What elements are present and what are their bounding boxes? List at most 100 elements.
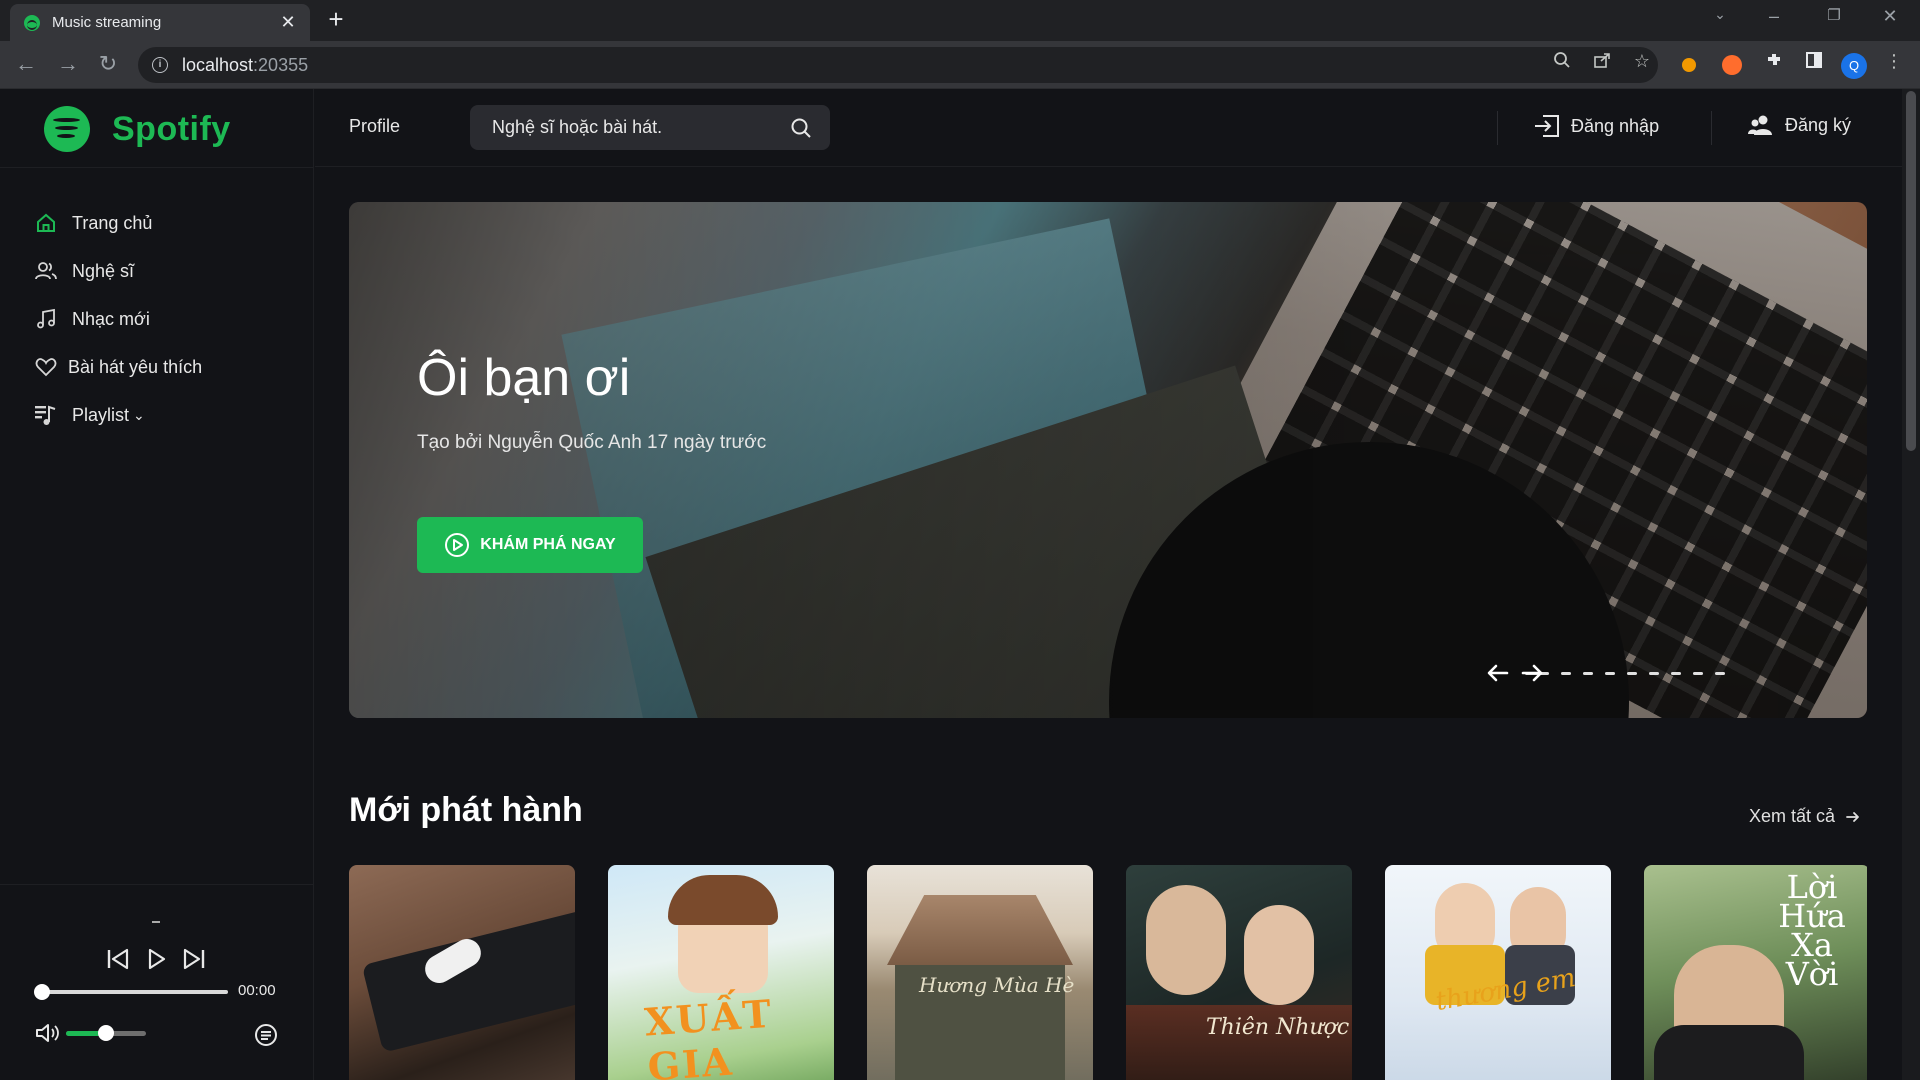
carousel-dot[interactable] (1627, 672, 1637, 675)
volume-icon[interactable] (34, 1021, 60, 1045)
forward-arrow-icon[interactable]: → (54, 51, 82, 79)
carousel-dot[interactable] (1561, 672, 1571, 675)
previous-track-icon[interactable] (104, 945, 132, 973)
app-root: Spotify Trang chủ Nghệ sĩ Nhạc mới Bài h… (0, 89, 1902, 1080)
carousel-dot[interactable] (1715, 672, 1725, 675)
page-scrollbar[interactable] (1902, 89, 1920, 1080)
extensions-puzzle-icon[interactable] (1760, 51, 1788, 74)
music-player: 00:00 (0, 884, 314, 1080)
sidebar-item-label: Nhạc mới (72, 308, 150, 329)
carousel-prev-arrow-icon[interactable] (1485, 660, 1511, 686)
album-card[interactable]: Hương Mùa Hè (867, 865, 1093, 1080)
browser-tab-strip: Music streaming ✕ + ⌄ – ❐ ✕ (0, 0, 1920, 41)
sidebar-item-label: Trang chủ (72, 212, 153, 233)
extension-fox-icon[interactable] (1722, 55, 1742, 75)
album-art-title: Hương Mùa Hè (919, 973, 1075, 997)
sidebar-item-new-music[interactable]: Nhạc mới (34, 295, 202, 343)
browser-toolbar: ← → ↻ i localhost:20355 ☆ Q ⋮ (0, 41, 1920, 89)
close-tab-icon[interactable]: ✕ (278, 12, 298, 33)
site-info-icon[interactable]: i (152, 57, 168, 73)
album-art-title: Lời Hứa Xa Vời (1778, 868, 1846, 993)
sidebar-item-label: Bài hát yêu thích (68, 356, 203, 377)
sidebar-item-playlist[interactable]: Playlist ⌄ (34, 391, 202, 439)
hero-banner: Ôi bạn ơi Tạo bởi Nguyễn Quốc Anh 17 ngà… (349, 202, 1867, 718)
users-icon (34, 259, 58, 283)
top-header: Profile Đăng nhập Đăng ký (315, 89, 1902, 167)
album-card[interactable] (349, 865, 575, 1080)
browser-tab[interactable]: Music streaming ✕ (10, 4, 310, 41)
tab-search-icon[interactable]: ⌄ (1702, 6, 1738, 23)
album-art-title: Thiên Nhược (1206, 1015, 1350, 1040)
bookmark-star-icon[interactable]: ☆ (1628, 51, 1656, 72)
carousel-dot[interactable] (1605, 672, 1615, 675)
extension-orange-icon[interactable] (1682, 58, 1696, 72)
address-bar[interactable]: i localhost:20355 (138, 47, 1658, 83)
album-card[interactable]: thương em (1385, 865, 1611, 1080)
url-host: localhost (182, 54, 254, 75)
login-icon (1535, 115, 1559, 137)
carousel-dot[interactable] (1693, 672, 1703, 675)
next-track-icon[interactable] (180, 945, 208, 973)
spotify-favicon-icon (24, 14, 40, 31)
side-panel-icon[interactable] (1800, 51, 1828, 74)
sidebar-item-favorites[interactable]: Bài hát yêu thích (34, 343, 202, 391)
search-icon[interactable] (790, 117, 812, 139)
browser-menu-icon[interactable]: ⋮ (1880, 51, 1908, 72)
restore-window-icon[interactable]: ❐ (1816, 6, 1852, 24)
minimize-window-icon[interactable]: – (1756, 6, 1792, 27)
album-art-title: XUẤT GIA (643, 990, 775, 1080)
new-releases-row: XUẤT GIA Hương Mùa Hè Thiên Nhược thương… (349, 865, 1867, 1080)
carousel-indicators (1525, 672, 1737, 675)
browser-profile-avatar[interactable]: Q (1841, 53, 1867, 79)
sidebar-item-artists[interactable]: Nghệ sĩ (34, 247, 202, 295)
album-cover-image (887, 895, 1073, 965)
share-icon[interactable] (1588, 51, 1616, 74)
spotify-logo-icon (44, 106, 90, 152)
arrow-right-icon (1846, 811, 1859, 822)
header-divider (1711, 111, 1712, 145)
album-cover-image (1146, 885, 1226, 995)
add-user-icon (1748, 115, 1772, 135)
album-card[interactable]: XUẤT GIA (608, 865, 834, 1080)
carousel-dot[interactable] (1671, 672, 1681, 675)
sidebar-item-label: Nghệ sĩ (72, 260, 135, 281)
back-arrow-icon[interactable]: ← (12, 51, 40, 79)
carousel-dot[interactable] (1583, 672, 1593, 675)
search-input[interactable] (492, 117, 790, 138)
carousel-next-arrow-icon[interactable] (1519, 660, 1545, 686)
heart-icon (34, 355, 58, 379)
album-card[interactable]: Thiên Nhược (1126, 865, 1352, 1080)
album-cover-image (361, 907, 575, 1053)
sidebar: Spotify Trang chủ Nghệ sĩ Nhạc mới Bài h… (0, 89, 314, 1080)
search-box (470, 105, 830, 150)
sidebar-menu: Trang chủ Nghệ sĩ Nhạc mới Bài hát yêu t… (34, 199, 202, 439)
see-all-link[interactable]: Xem tất cả (1749, 806, 1861, 827)
explore-now-label: KHÁM PHÁ NGAY (480, 536, 616, 553)
profile-link[interactable]: Profile (349, 116, 400, 137)
play-circle-icon (445, 533, 470, 557)
scrollbar-thumb[interactable] (1906, 91, 1916, 451)
register-button[interactable]: Đăng ký (1747, 113, 1851, 137)
sidebar-divider (0, 167, 314, 168)
tab-title: Music streaming (52, 14, 162, 31)
progress-knob[interactable] (34, 984, 50, 1000)
sidebar-item-home[interactable]: Trang chủ (34, 199, 202, 247)
volume-knob[interactable] (98, 1025, 114, 1041)
queue-icon[interactable] (254, 1023, 278, 1047)
reload-icon[interactable]: ↻ (94, 51, 122, 79)
playback-progress-slider[interactable] (34, 984, 228, 1000)
volume-slider[interactable] (66, 1025, 146, 1041)
new-releases-title: Mới phát hành (349, 791, 583, 829)
spotify-logo[interactable]: Spotify (44, 106, 231, 152)
play-icon[interactable] (142, 945, 170, 973)
see-all-label: Xem tất cả (1749, 806, 1836, 826)
zoom-icon[interactable] (1548, 51, 1576, 74)
new-tab-button[interactable]: + (322, 6, 350, 34)
close-window-icon[interactable]: ✕ (1872, 6, 1908, 27)
login-button[interactable]: Đăng nhập (1533, 113, 1659, 139)
explore-now-button[interactable]: KHÁM PHÁ NGAY (417, 517, 643, 573)
album-card[interactable]: Lời Hứa Xa Vời (1644, 865, 1867, 1080)
playlist-icon (34, 403, 58, 427)
home-icon (34, 211, 58, 235)
carousel-dot[interactable] (1649, 672, 1659, 675)
